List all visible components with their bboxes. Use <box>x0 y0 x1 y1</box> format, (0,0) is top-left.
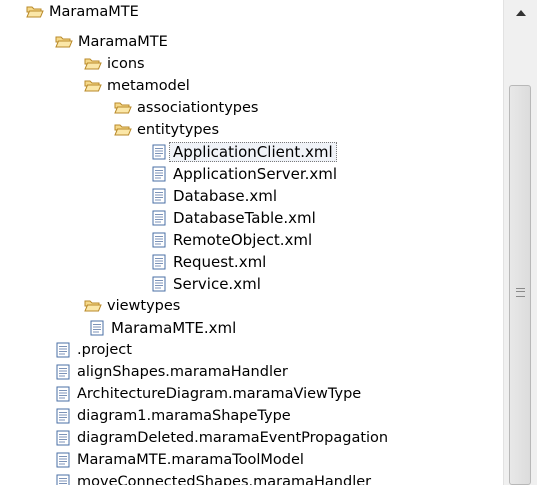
tree-item-marama-mte[interactable]: MaramaMTE <box>55 31 168 53</box>
file-icon <box>54 364 72 380</box>
tree-item-diagram-deleted[interactable]: diagramDeleted.maramaEventPropagation <box>54 427 388 449</box>
tree-item-label: ArchitectureDiagram.maramaViewType <box>77 386 362 402</box>
tree-item-tool-model[interactable]: MaramaMTE.maramaToolModel <box>54 449 304 471</box>
tree-item-label: Database.xml <box>173 187 277 205</box>
tree-item-diagram1[interactable]: diagram1.maramaShapeType <box>54 405 291 427</box>
tree-item-label: entitytypes <box>137 122 220 138</box>
tree-item-label: alignShapes.maramaHandler <box>77 364 288 380</box>
file-icon <box>54 408 72 424</box>
tree-item-label: diagramDeleted.maramaEventPropagation <box>77 430 389 446</box>
tree-item-marama-mte-xml[interactable]: MaramaMTE.xml <box>88 317 236 339</box>
file-icon <box>150 188 168 204</box>
file-icon <box>150 254 168 270</box>
file-icon <box>88 320 106 336</box>
file-icon <box>54 386 72 402</box>
file-icon <box>150 232 168 248</box>
file-icon <box>150 166 168 182</box>
folder-open-icon <box>84 56 102 72</box>
tree-item-application-server-xml[interactable]: ApplicationServer.xml <box>150 163 337 185</box>
tree-item-associationtypes[interactable]: associationtypes <box>114 97 258 119</box>
tree-item-icons[interactable]: icons <box>84 53 145 75</box>
tree-item-marama-mte-root[interactable]: MaramaMTE <box>26 1 139 23</box>
tree-item-label: RemoteObject.xml <box>173 231 313 249</box>
folder-open-icon <box>26 4 44 20</box>
tree-item-remote-object-xml[interactable]: RemoteObject.xml <box>150 229 312 251</box>
tree-item-viewtypes[interactable]: viewtypes <box>84 295 180 317</box>
tree-item-align-shapes[interactable]: alignShapes.maramaHandler <box>54 361 288 383</box>
file-icon <box>150 144 168 160</box>
tree-item-database-xml[interactable]: Database.xml <box>150 185 277 207</box>
tree-item-label: .project <box>77 342 132 358</box>
tree-item-project[interactable]: .project <box>54 339 132 361</box>
tree-item-database-table-xml[interactable]: DatabaseTable.xml <box>150 207 316 229</box>
project-explorer-tree: MaramaMTE MaramaMTE icons metamodel asso… <box>0 0 503 485</box>
file-icon <box>150 210 168 226</box>
tree-item-label: metamodel <box>107 78 190 94</box>
tree-item-label: diagram1.maramaShapeType <box>77 408 291 424</box>
tree-item-label: associationtypes <box>137 100 259 116</box>
tree-item-label: MaramaMTE.xml <box>111 319 237 337</box>
file-icon <box>54 474 72 485</box>
arrow-up-icon <box>516 10 526 16</box>
file-icon <box>54 342 72 358</box>
folder-open-icon <box>114 122 132 138</box>
tree-item-architecture-diagram[interactable]: ArchitectureDiagram.maramaViewType <box>54 383 361 405</box>
tree-item-label: Service.xml <box>173 275 261 293</box>
file-icon <box>150 276 168 292</box>
scrollbar-thumb[interactable] <box>509 85 531 485</box>
folder-open-icon <box>84 78 102 94</box>
file-icon <box>54 430 72 446</box>
tree-item-application-client-xml[interactable]: ApplicationClient.xml <box>150 141 337 163</box>
tree-item-label: MaramaMTE.maramaToolModel <box>77 452 304 468</box>
tree-item-label: DatabaseTable.xml <box>173 209 316 227</box>
tree-item-metamodel[interactable]: metamodel <box>84 75 190 97</box>
tree-item-label: moveConnectedShapes.maramaHandler <box>77 474 372 485</box>
folder-open-icon <box>55 34 73 50</box>
folder-open-icon <box>114 100 132 116</box>
scroll-up-button[interactable] <box>504 0 537 26</box>
tree-item-request-xml[interactable]: Request.xml <box>150 251 266 273</box>
tree-item-entitytypes[interactable]: entitytypes <box>114 119 219 141</box>
tree-item-label: MaramaMTE <box>78 34 168 50</box>
tree-item-label: MaramaMTE <box>49 4 139 20</box>
file-icon <box>54 452 72 468</box>
vertical-scrollbar[interactable] <box>503 0 537 485</box>
tree-item-label: ApplicationServer.xml <box>173 165 338 183</box>
tree-item-label: ApplicationClient.xml <box>169 142 337 162</box>
tree-item-label: Request.xml <box>173 253 267 271</box>
tree-item-label: icons <box>107 56 145 72</box>
tree-item-move-connected-shapes[interactable]: moveConnectedShapes.maramaHandler <box>54 471 371 485</box>
tree-item-label: viewtypes <box>107 298 181 314</box>
scrollbar-grip-icon <box>516 288 525 297</box>
tree-item-service-xml[interactable]: Service.xml <box>150 273 261 295</box>
folder-open-icon <box>84 298 102 314</box>
